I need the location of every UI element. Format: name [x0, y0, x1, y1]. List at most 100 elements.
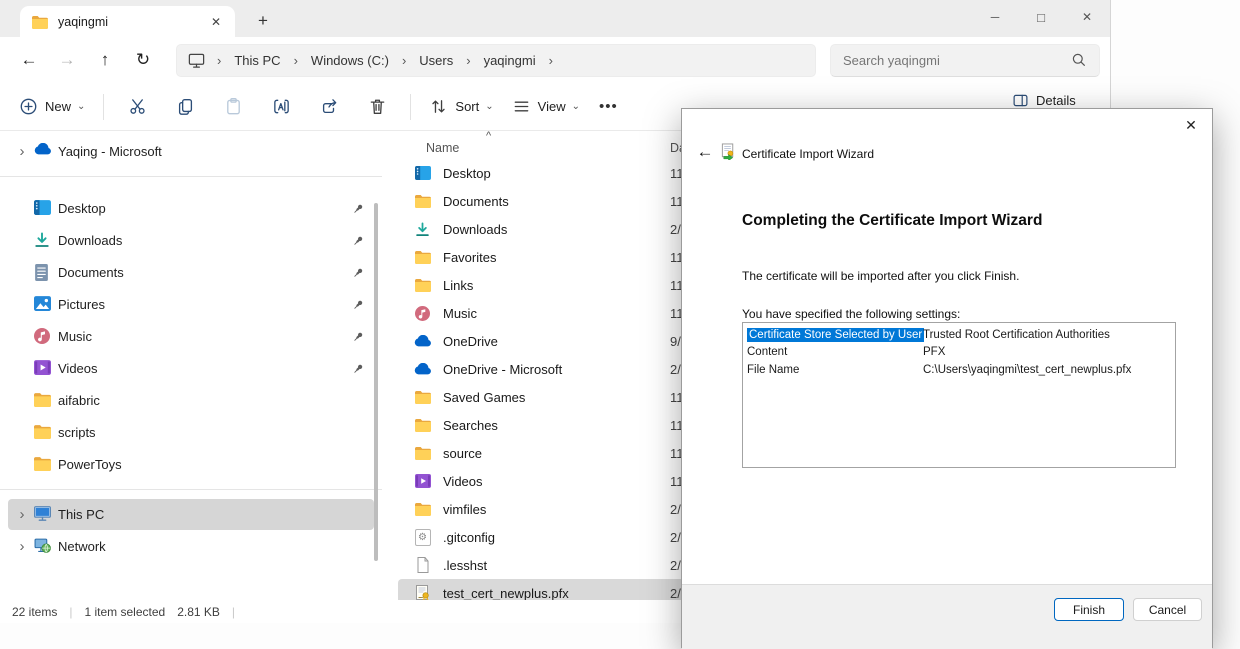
sidebar-item-desktop[interactable]: Desktop — [8, 193, 374, 224]
navigation-pane: › Yaqing - Microsoft Desktop — [0, 131, 382, 600]
new-button-label: New — [45, 99, 71, 114]
copy-button[interactable] — [165, 89, 205, 125]
chevron-right-icon[interactable]: › — [14, 506, 30, 523]
view-button[interactable]: View ⌄ — [503, 89, 589, 125]
certificate-import-wizard-dialog: ✕ ← Certificate Import Wizard Completing… — [681, 108, 1213, 648]
file-date: 2/ — [670, 586, 681, 601]
cancel-button[interactable]: Cancel — [1133, 598, 1202, 621]
cut-button[interactable] — [117, 89, 157, 125]
plus-circle-icon — [19, 97, 38, 116]
document-icon — [34, 264, 51, 281]
chevron-right-icon: › — [395, 53, 413, 68]
sidebar-item-onedrive[interactable]: › Yaqing - Microsoft — [8, 136, 374, 167]
delete-button[interactable] — [357, 89, 397, 125]
this-pc-icon — [34, 506, 51, 523]
search-input[interactable]: Search yaqingmi — [830, 44, 1100, 77]
pin-icon — [352, 203, 364, 215]
file-name: Videos — [443, 474, 483, 489]
desktop-icon — [414, 165, 431, 182]
settings-row-content[interactable]: Content PFX — [743, 344, 1175, 362]
sort-ascending-icon: ^ — [486, 131, 491, 142]
file-name: test_cert_newplus.pfx — [443, 586, 569, 601]
more-options-button[interactable]: ••• — [589, 98, 628, 115]
setting-value: Trusted Root Certification Authorities — [919, 329, 1110, 341]
explorer-tab[interactable]: yaqingmi ✕ — [20, 6, 235, 37]
sidebar-item-downloads[interactable]: Downloads — [8, 225, 374, 256]
new-button[interactable]: New ⌄ — [10, 89, 94, 125]
copy-icon — [176, 97, 195, 116]
sidebar-item-documents[interactable]: Documents — [8, 257, 374, 288]
breadcrumb-yaqingmi[interactable]: yaqingmi — [478, 50, 542, 71]
forward-button[interactable]: → — [48, 44, 86, 76]
settings-row-file-name[interactable]: File Name C:\Users\yaqingmi\test_cert_ne… — [743, 361, 1175, 379]
monitor-icon — [187, 51, 206, 70]
sidebar-item-label: This PC — [58, 507, 104, 522]
rename-button[interactable] — [261, 89, 301, 125]
certificate-wizard-icon — [720, 143, 737, 160]
toolbar-divider — [410, 94, 411, 120]
sidebar-item-label: Pictures — [58, 297, 105, 312]
chevron-right-icon[interactable]: › — [14, 143, 30, 160]
back-button[interactable]: ← — [10, 44, 48, 76]
settings-label: You have specified the following setting… — [742, 307, 960, 321]
sidebar-item-label: scripts — [58, 425, 96, 440]
maximize-button[interactable]: □ — [1018, 0, 1064, 34]
file-name: Links — [443, 278, 473, 293]
tab-close-icon[interactable]: ✕ — [205, 12, 227, 32]
selection-size: 2.81 KB — [177, 605, 220, 619]
breadcrumb[interactable]: › This PC › Windows (C:) › Users › yaqin… — [176, 44, 816, 77]
dialog-close-icon[interactable]: ✕ — [1174, 111, 1208, 139]
pin-icon — [352, 331, 364, 343]
breadcrumb-windows-c[interactable]: Windows (C:) — [305, 50, 395, 71]
sidebar-item-pictures[interactable]: Pictures — [8, 289, 374, 320]
breadcrumb-this-pc[interactable]: This PC — [228, 50, 286, 71]
file-date: 9/ — [670, 334, 681, 349]
pin-icon — [352, 235, 364, 247]
sidebar-item-music[interactable]: Music — [8, 321, 374, 352]
downloads-icon — [414, 221, 431, 238]
file-name: Music — [443, 306, 477, 321]
refresh-button[interactable]: ↻ — [124, 44, 162, 76]
folder-icon — [414, 389, 431, 406]
sidebar-item-label: Yaqing - Microsoft — [58, 144, 162, 159]
column-header-name[interactable]: Name — [426, 141, 459, 155]
minimize-button[interactable]: ─ — [972, 0, 1018, 34]
window-controls: ─ □ ✕ — [972, 0, 1110, 34]
finish-button[interactable]: Finish — [1054, 598, 1124, 621]
sort-button-label: Sort — [455, 99, 479, 114]
paste-icon — [224, 97, 243, 116]
breadcrumb-users[interactable]: Users — [413, 50, 459, 71]
dialog-back-button[interactable]: ← — [692, 140, 718, 164]
sort-button[interactable]: Sort ⌄ — [420, 89, 502, 125]
up-button[interactable]: ↑ — [86, 44, 124, 76]
file-date: 2/ — [670, 502, 681, 517]
dialog-title: Certificate Import Wizard — [742, 147, 874, 161]
tab-title: yaqingmi — [58, 15, 205, 29]
file-date: 2/ — [670, 362, 681, 377]
videos-icon — [34, 360, 51, 377]
sidebar-item-scripts[interactable]: scripts — [8, 417, 374, 448]
sidebar-item-this-pc[interactable]: › This PC — [8, 499, 374, 530]
sidebar-item-powertoys[interactable]: PowerToys — [8, 449, 374, 480]
sidebar-item-aifabric[interactable]: aifabric — [8, 385, 374, 416]
settings-row-store[interactable]: Certificate Store Selected by User Trust… — [743, 326, 1175, 344]
sidebar-item-videos[interactable]: Videos — [8, 353, 374, 384]
chevron-right-icon[interactable]: › — [14, 538, 30, 555]
details-toggle-button[interactable]: Details — [1012, 92, 1076, 109]
folder-icon — [414, 417, 431, 434]
share-button[interactable] — [309, 89, 349, 125]
pin-icon — [352, 363, 364, 375]
paste-button[interactable] — [213, 89, 253, 125]
sidebar-item-network[interactable]: › Network — [8, 531, 374, 562]
dialog-footer: Finish Cancel — [682, 584, 1212, 649]
folder-icon — [414, 249, 431, 266]
new-tab-button[interactable]: + — [250, 8, 276, 34]
sidebar-scrollbar[interactable] — [374, 203, 378, 561]
folder-icon — [34, 456, 51, 473]
setting-value: PFX — [919, 346, 945, 358]
music-icon — [34, 328, 51, 345]
file-name: Favorites — [443, 250, 496, 265]
close-window-button[interactable]: ✕ — [1064, 0, 1110, 34]
chevron-right-icon: › — [542, 53, 560, 68]
file-name: Saved Games — [443, 390, 525, 405]
